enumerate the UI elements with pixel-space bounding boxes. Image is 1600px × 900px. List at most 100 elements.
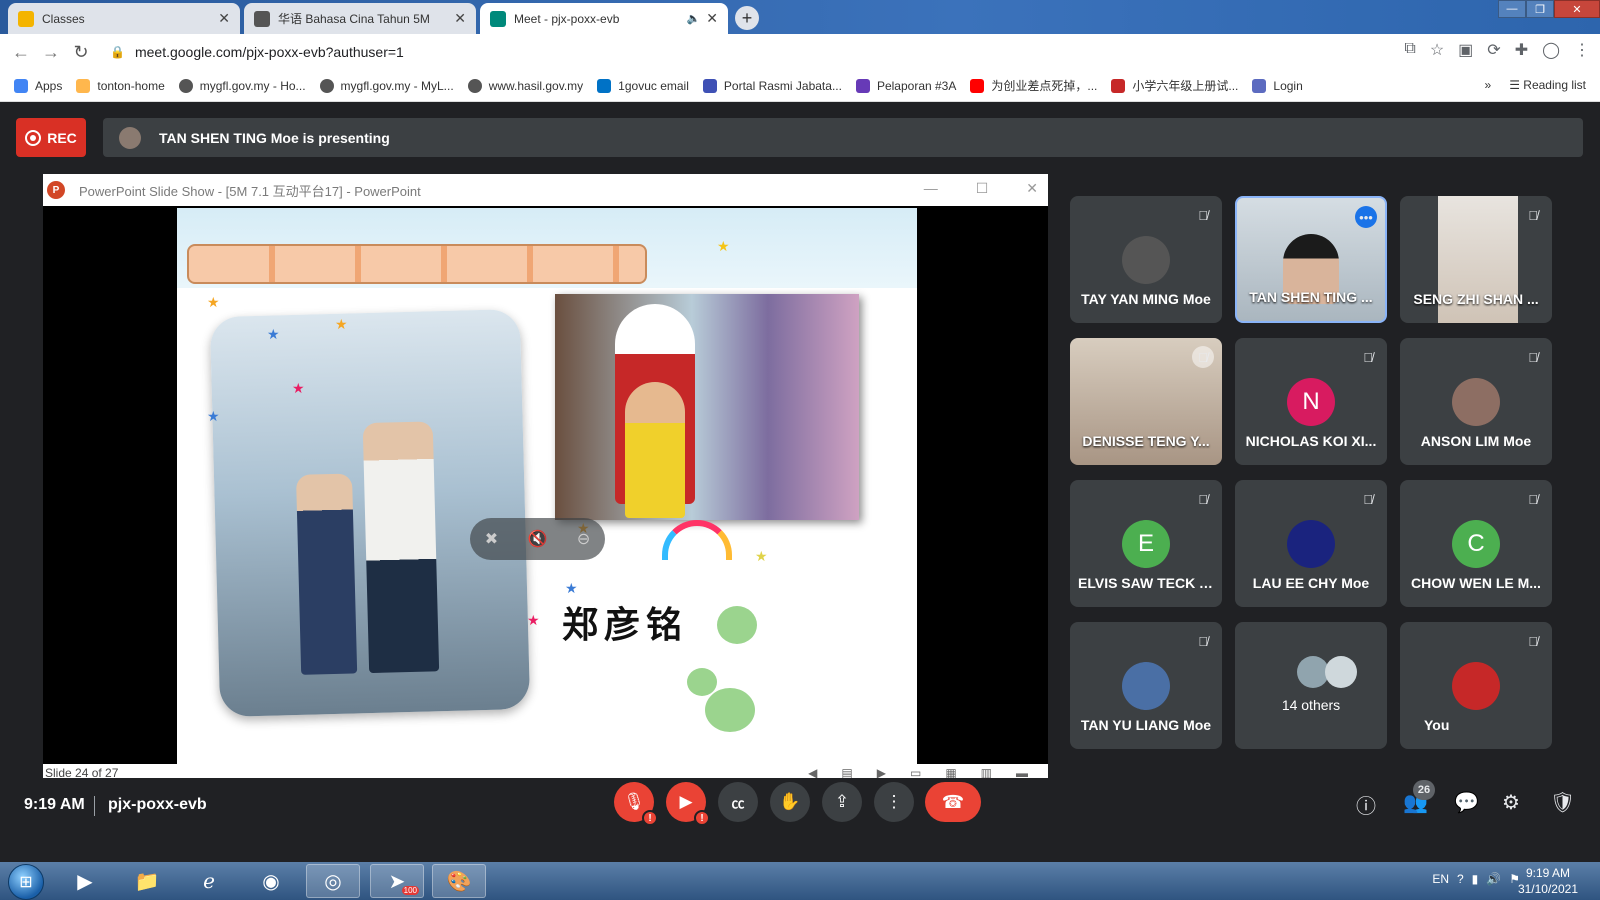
minimize-button[interactable]: — bbox=[1498, 0, 1526, 18]
tab-meet[interactable]: Meet - pjx-poxx-evb 🔈 ✕ bbox=[480, 3, 728, 34]
bookmark-mygfl-myl[interactable]: mygfl.gov.my - MyL... bbox=[319, 78, 454, 93]
reload-icon[interactable]: ↻ bbox=[66, 42, 96, 63]
close-window-button[interactable]: ✕ bbox=[1554, 0, 1600, 18]
raise-hand-button[interactable]: ✋ bbox=[770, 782, 810, 822]
bookmark-apps[interactable]: Apps bbox=[14, 78, 62, 93]
chat-icon[interactable]: 💬 bbox=[1454, 790, 1479, 815]
bookmark-pelaporan[interactable]: Pelaporan #3A bbox=[855, 78, 956, 93]
windows-taskbar: ⊞ ▶ 📁 ℯ ◉ ◎ ➤ 100 🎨 EN ? ▮ 🔊 ⚑ 9:19 AM 31… bbox=[0, 862, 1600, 900]
sync-icon[interactable]: ⟳ bbox=[1487, 40, 1500, 60]
youtube-icon bbox=[970, 78, 985, 93]
tab-classes[interactable]: Classes ✕ bbox=[8, 3, 240, 34]
maximize-icon: ☐ bbox=[975, 180, 989, 196]
volume-icon[interactable]: 🔊 bbox=[1486, 872, 1501, 886]
tab-bahasa-cina[interactable]: 华语 Bahasa Cina Tahun 5M ✕ bbox=[244, 3, 476, 34]
address-bar[interactable]: 🔒 meet.google.com/pjx-poxx-evb?authuser=… bbox=[110, 39, 1410, 65]
activities-icon[interactable]: ⚙ bbox=[1502, 790, 1520, 815]
captions-button[interactable]: ㏄ bbox=[718, 782, 758, 822]
bookmark-star-icon[interactable]: ☆ bbox=[1430, 40, 1444, 60]
mic-toggle-button[interactable]: 🎙 ! bbox=[614, 782, 658, 826]
help-icon[interactable]: ? bbox=[1457, 872, 1464, 886]
media-player-icon[interactable]: ▶ bbox=[58, 864, 112, 898]
language-indicator[interactable]: EN bbox=[1432, 872, 1449, 886]
mute-pin-icon[interactable]: ✖ bbox=[485, 529, 498, 549]
participant-name: NICHOLAS KOI XI... bbox=[1245, 433, 1377, 449]
camera-toggle-button[interactable]: ▶ ! bbox=[666, 782, 710, 826]
new-tab-button[interactable]: + bbox=[735, 6, 759, 30]
people-button[interactable]: 👥 26 bbox=[1403, 780, 1435, 815]
bookmark-tonton[interactable]: tonton-home bbox=[76, 78, 165, 93]
menu-icon[interactable]: ⋮ bbox=[1574, 40, 1590, 60]
cast-icon[interactable]: ▣ bbox=[1458, 40, 1473, 60]
bookmark-1govuc[interactable]: 1govuc email bbox=[597, 78, 689, 93]
participant-tile[interactable]: 🎙̸ LAU EE CHY Moe bbox=[1235, 480, 1387, 607]
more-bookmarks-icon[interactable]: » bbox=[1485, 78, 1492, 92]
network-icon[interactable]: ▮ bbox=[1472, 872, 1479, 886]
chrome-icon[interactable]: ◎ bbox=[306, 864, 360, 898]
recording-indicator[interactable]: REC bbox=[16, 118, 86, 157]
internet-explorer-icon[interactable]: ℯ bbox=[182, 864, 236, 898]
participant-tile[interactable]: 🎙̸ ANSON LIM Moe bbox=[1400, 338, 1552, 465]
remove-icon[interactable]: ⊖ bbox=[577, 529, 590, 549]
file-explorer-icon[interactable]: 📁 bbox=[120, 864, 174, 898]
bookmark-youtube[interactable]: 为创业差点死掉，... bbox=[970, 77, 1097, 94]
participant-tile[interactable]: 🎙̸ TAN YU LIANG Moe bbox=[1070, 622, 1222, 749]
cartoon-train-image bbox=[187, 244, 647, 284]
ppt-title: PowerPoint Slide Show - [5M 7.1 互动平台17] … bbox=[79, 183, 421, 199]
login-site-icon bbox=[1252, 78, 1267, 93]
google-meet-icon bbox=[490, 10, 506, 27]
reading-list-button[interactable]: ☰ Reading list bbox=[1509, 78, 1586, 92]
participant-name: SENG ZHI SHAN ... bbox=[1413, 291, 1539, 307]
translate-icon[interactable]: ⧉ bbox=[1404, 40, 1415, 60]
start-button[interactable]: ⊞ bbox=[8, 864, 44, 900]
paint-icon[interactable]: 🎨 bbox=[432, 864, 486, 898]
more-options-button[interactable]: ⋮ bbox=[874, 782, 914, 822]
bookmark-exam[interactable]: 小学六年级上册试... bbox=[1111, 77, 1238, 94]
host-controls-icon[interactable]: 🛡 bbox=[1550, 790, 1575, 815]
speaker-icon: 🔈 bbox=[686, 13, 701, 25]
bookmark-label: 小学六年级上册试... bbox=[1132, 79, 1239, 93]
participant-tile[interactable]: 🎙̸ SENG ZHI SHAN ... bbox=[1400, 196, 1552, 323]
meeting-details-icon[interactable]: ⓘ bbox=[1356, 790, 1376, 819]
participant-tile[interactable]: 🎙̸ E ELVIS SAW TECK Y... bbox=[1070, 480, 1222, 607]
participant-tile[interactable]: 🎙̸ DENISSE TENG Y... bbox=[1070, 338, 1222, 465]
leave-call-button[interactable]: ☎ bbox=[925, 782, 981, 822]
forward-icon[interactable]: → bbox=[36, 42, 66, 63]
bookmark-hasil[interactable]: www.hasil.gov.my bbox=[467, 78, 583, 93]
present-button[interactable]: ⇪ bbox=[822, 782, 862, 822]
close-tab-icon[interactable]: ✕ bbox=[218, 10, 230, 27]
bookmark-portal-rasmi[interactable]: Portal Rasmi Jabata... bbox=[702, 78, 842, 93]
avatar bbox=[1287, 520, 1335, 568]
participant-name: ANSON LIM Moe bbox=[1420, 433, 1532, 449]
apps-grid-icon bbox=[14, 78, 28, 93]
tonton-icon bbox=[76, 78, 91, 93]
telegram-icon[interactable]: ➤ 100 bbox=[370, 864, 424, 898]
avatar bbox=[1122, 236, 1170, 284]
restore-button[interactable]: ❐ bbox=[1526, 0, 1554, 18]
participant-tile-self[interactable]: 🎙̸ You bbox=[1400, 622, 1552, 749]
google-classroom-icon bbox=[18, 10, 34, 27]
close-tab-icon[interactable]: ✕ bbox=[454, 10, 466, 27]
bookmarks-right: » ☰ Reading list bbox=[1485, 78, 1587, 92]
system-clock[interactable]: 9:19 AM 31/10/2021 bbox=[1518, 865, 1578, 897]
star-icon: ★ bbox=[335, 316, 348, 332]
clock-date: 31/10/2021 bbox=[1517, 882, 1578, 896]
participant-tile-presenter[interactable]: ••• TAN SHEN TING ... bbox=[1235, 196, 1387, 323]
profile-avatar[interactable]: ◯ bbox=[1542, 40, 1560, 60]
tree-image bbox=[717, 606, 757, 644]
mute-audio-icon[interactable]: 🔇 bbox=[528, 529, 548, 549]
back-icon[interactable]: ← bbox=[6, 42, 36, 63]
bookmark-mygfl-home[interactable]: mygfl.gov.my - Ho... bbox=[178, 78, 306, 93]
more-options-icon[interactable]: ••• bbox=[1355, 206, 1377, 228]
extensions-icon[interactable]: ✚ bbox=[1515, 40, 1528, 60]
tab-title: Meet - pjx-poxx-evb bbox=[514, 11, 620, 26]
child-figure bbox=[362, 421, 440, 674]
participant-tile[interactable]: 🎙̸ C CHOW WEN LE M... bbox=[1400, 480, 1552, 607]
app-icon[interactable]: ◉ bbox=[244, 864, 298, 898]
presenting-banner: TAN SHEN TING Moe is presenting bbox=[103, 118, 1583, 157]
bookmark-login[interactable]: Login bbox=[1252, 78, 1303, 93]
participant-tile-others[interactable]: 14 others bbox=[1235, 622, 1387, 749]
participant-tile[interactable]: 🎙̸ N NICHOLAS KOI XI... bbox=[1235, 338, 1387, 465]
close-tab-icon[interactable]: ✕ bbox=[706, 10, 718, 27]
participant-tile[interactable]: 🎙̸ TAY YAN MING Moe bbox=[1070, 196, 1222, 323]
